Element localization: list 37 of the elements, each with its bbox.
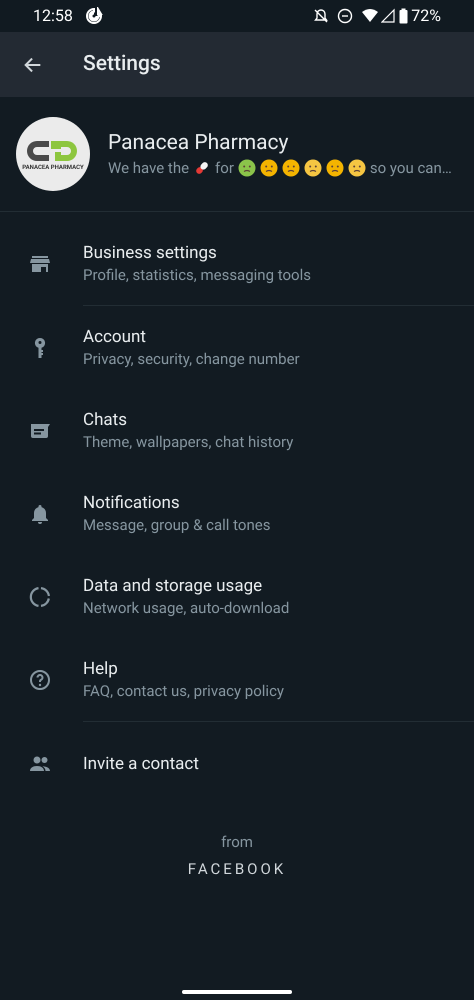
item-title: Notifications [83,492,181,514]
item-subtitle: Profile, statistics, messaging tools [83,264,311,286]
profile-name: Panacea Pharmacy [108,130,290,157]
battery-icon [399,8,408,24]
settings-item[interactable]: Business settings Profile, statistics, messaging tools [0,222,474,305]
settings-item[interactable]: Chats Theme, wallpapers, chat history [0,389,474,472]
data-usage-icon [28,584,52,608]
settings-item[interactable]: Help FAQ, contact us, privacy policy [0,638,474,721]
settings-item[interactable]: Invite a contact [0,722,474,805]
item-title: Invite a contact [83,752,199,774]
item-title: Account [83,326,147,348]
status-time: 12:58 [33,5,73,27]
item-title: Business settings [83,242,218,264]
page-title: Settings [83,50,161,78]
item-title: Help [83,658,119,680]
battery-percent: 72% [411,5,441,27]
bell-off-icon [313,8,330,24]
footer-brand: FACEBOOK [188,858,286,880]
settings-item[interactable]: Notifications Message, group & call tones [0,472,474,555]
about-text: We have the [108,158,190,179]
settings-item[interactable]: Account Privacy, security, change number [0,306,474,389]
signal-icon [381,8,396,24]
item-title: Chats [83,408,128,430]
settings-item[interactable]: Data and storage usage Network usage, auto-download [0,555,474,638]
item-subtitle: Message, group & call tones [83,514,270,536]
footer-from: from [221,832,253,853]
item-subtitle: Theme, wallpapers, chat history [83,432,294,452]
about-text: for [215,158,234,179]
sync-icon [84,7,103,25]
item-subtitle: FAQ, contact us, privacy policy [83,680,284,702]
item-subtitle: Network usage, auto-download [83,598,290,618]
item-title: Data and storage usage [83,574,264,596]
do-not-disturb-icon [337,8,354,24]
wifi-icon [361,8,380,24]
item-subtitle: Privacy, security, change number [83,348,300,370]
about-text: so you can… [370,158,452,179]
help-icon [28,668,52,692]
